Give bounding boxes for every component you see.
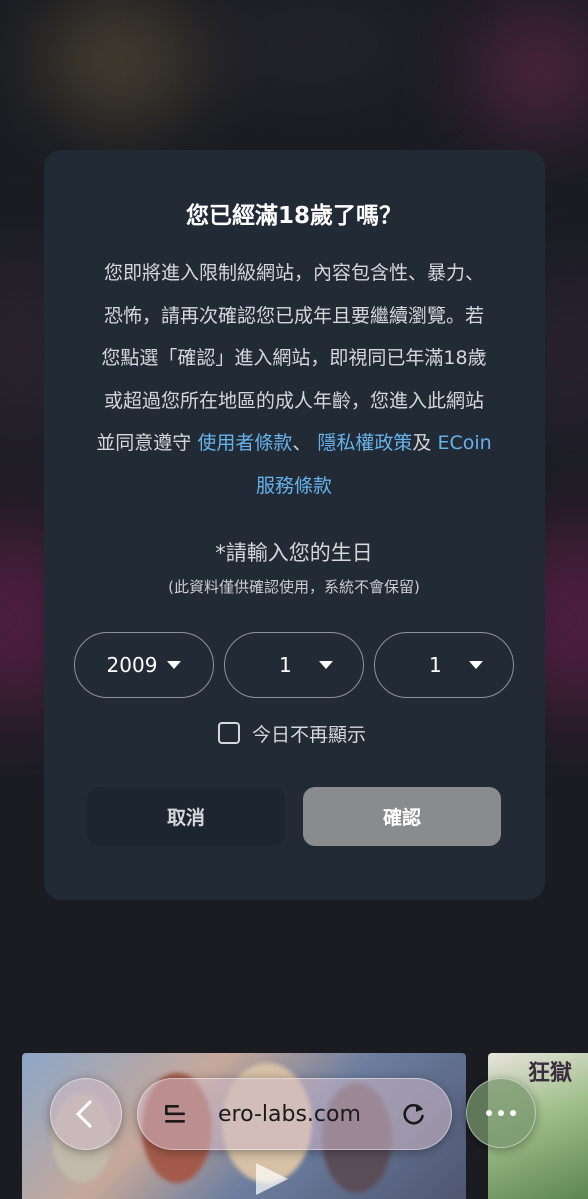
cancel-button[interactable]: 取消 bbox=[87, 787, 285, 846]
day-select[interactable]: 1 bbox=[374, 632, 514, 698]
dont-show-today-option[interactable]: 今日不再顯示 bbox=[218, 720, 366, 746]
caret-down-icon bbox=[167, 661, 182, 669]
year-select[interactable]: 2009 bbox=[74, 632, 214, 698]
privacy-policy-link[interactable]: 隱私權政策 bbox=[317, 432, 412, 454]
separator: 、 bbox=[292, 432, 318, 454]
address-bar[interactable]: ero-labs.com bbox=[137, 1078, 452, 1150]
ecoin-terms-link[interactable]: ECoin bbox=[437, 432, 491, 454]
message-line: 恐怖，請再次確認您已成年且要繼續瀏覽。若 bbox=[103, 304, 484, 327]
reader-icon bbox=[165, 1105, 185, 1123]
message-line: 您點選「確認」進入網站，即視同已年滿18歲 bbox=[101, 347, 487, 369]
birthday-note: (此資料僅供確認使用，系統不會保留) bbox=[168, 578, 420, 596]
dont-show-today-checkbox[interactable] bbox=[218, 722, 240, 744]
agree-prefix: 並同意遵守 bbox=[96, 432, 198, 454]
more-button[interactable] bbox=[466, 1078, 536, 1148]
agreement-line: 並同意遵守 使用者條款、 隱私權政策及 ECoin bbox=[54, 422, 534, 465]
month-select[interactable]: 1 bbox=[224, 632, 364, 698]
back-chevron-icon bbox=[75, 1099, 105, 1129]
play-icon bbox=[256, 1163, 288, 1195]
message-line: 您即將進入限制級網站，內容包含性、暴力、 bbox=[103, 262, 484, 284]
month-value: 1 bbox=[279, 653, 292, 677]
year-value: 2009 bbox=[106, 653, 158, 677]
message-line: 或超過您所在地區的成人年齡，您進入此網站 bbox=[103, 389, 484, 412]
agreement-line-2: 服務條款 bbox=[70, 465, 518, 508]
dialog-title: 您已經滿18歲了嗎？ bbox=[185, 203, 402, 229]
banner-side-text: 狂獄 bbox=[528, 1060, 573, 1086]
separator: 及 bbox=[412, 432, 438, 454]
caret-down-icon bbox=[469, 661, 483, 669]
terms-of-use-link[interactable]: 使用者條款 bbox=[197, 432, 292, 454]
birthday-label: *請輸入您的生日 bbox=[215, 541, 373, 565]
caret-down-icon bbox=[319, 661, 333, 669]
day-value: 1 bbox=[429, 653, 442, 677]
url-text: ero-labs.com bbox=[218, 1101, 361, 1127]
dont-show-today-label: 今日不再顯示 bbox=[252, 723, 367, 746]
more-icon bbox=[486, 1110, 516, 1116]
reload-icon[interactable] bbox=[401, 1101, 427, 1127]
dialog-message: 您即將進入限制級網站，內容包含性、暴力、 恐怖，請再次確認您已成年且要繼續瀏覽。… bbox=[70, 252, 518, 507]
confirm-button[interactable]: 確認 bbox=[303, 787, 501, 846]
ecoin-terms-link-continued[interactable]: 服務條款 bbox=[256, 475, 332, 497]
back-button[interactable] bbox=[50, 1078, 122, 1150]
